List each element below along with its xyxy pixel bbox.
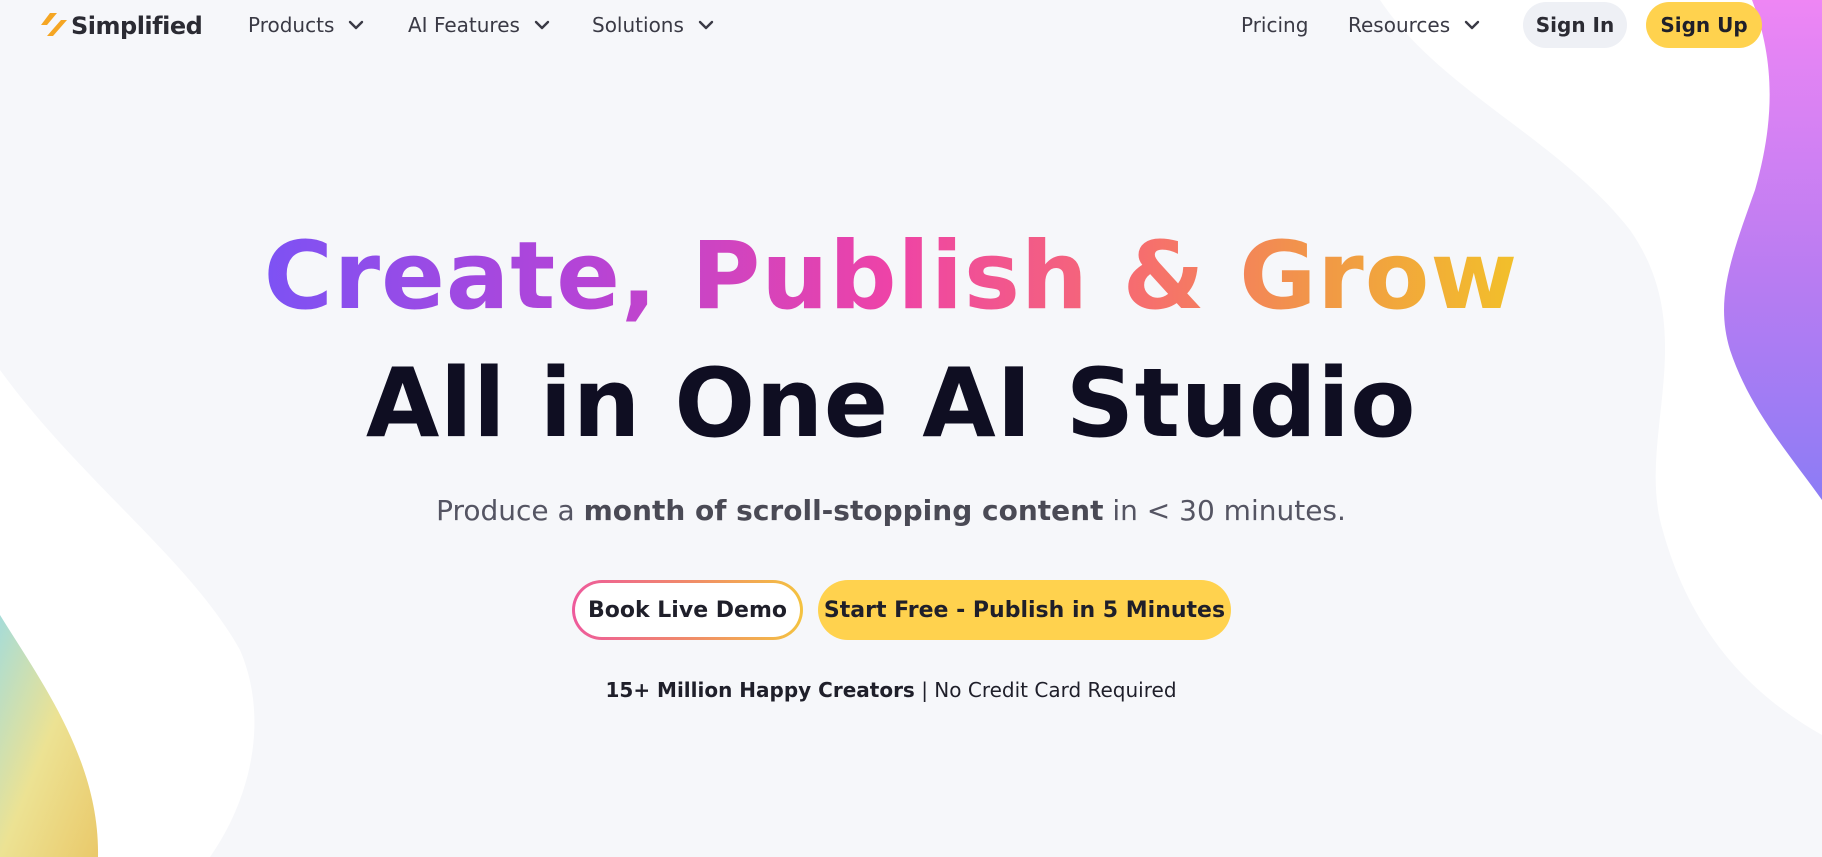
trust-creators-count: 15+ Million Happy Creators bbox=[605, 678, 915, 702]
hero-headline-gradient: Create, Publish & Grow bbox=[0, 222, 1782, 332]
nav-ai-features[interactable]: AI Features bbox=[408, 12, 550, 38]
start-free-button[interactable]: Start Free - Publish in 5 Minutes bbox=[818, 580, 1231, 640]
trust-no-credit-card: No Credit Card Required bbox=[934, 678, 1177, 702]
top-navbar: Simplified Products AI Features Solution… bbox=[0, 0, 1822, 50]
sign-in-button[interactable]: Sign In bbox=[1523, 2, 1627, 48]
hero-headline-gradient-text: Create, Publish & Grow bbox=[263, 222, 1519, 331]
book-live-demo-button[interactable]: Book Live Demo bbox=[572, 580, 803, 640]
brand-logo[interactable]: Simplified bbox=[41, 10, 203, 42]
nav-products[interactable]: Products bbox=[248, 12, 364, 38]
hero-headline-main: All in One AI Studio bbox=[365, 349, 1417, 459]
chevron-down-icon bbox=[698, 20, 714, 30]
sign-up-button[interactable]: Sign Up bbox=[1646, 2, 1762, 48]
chevron-down-icon bbox=[349, 20, 364, 30]
nav-pricing[interactable]: Pricing bbox=[1241, 12, 1308, 38]
nav-solutions[interactable]: Solutions bbox=[592, 12, 714, 38]
chevron-down-icon bbox=[1464, 20, 1480, 30]
hero-subtitle-bold: month of scroll-stopping content bbox=[583, 494, 1104, 527]
brand-name: Simplified bbox=[71, 12, 203, 40]
nav-products-label: Products bbox=[248, 13, 335, 37]
hero-subtitle: Produce a month of scroll-stopping conte… bbox=[0, 494, 1782, 527]
trust-line: 15+ Million Happy Creators | No Credit C… bbox=[0, 678, 1782, 702]
trust-separator: | bbox=[914, 678, 935, 702]
simplified-s-logo-icon bbox=[41, 13, 67, 36]
hero-subtitle-prefix: Produce a bbox=[436, 494, 584, 527]
hero-subtitle-suffix: in < 30 minutes. bbox=[1103, 494, 1346, 527]
nav-resources[interactable]: Resources bbox=[1348, 12, 1480, 38]
nav-resources-label: Resources bbox=[1348, 13, 1451, 37]
nav-pricing-label: Pricing bbox=[1241, 13, 1309, 37]
book-live-demo-label: Book Live Demo bbox=[575, 583, 800, 637]
chevron-down-icon bbox=[534, 20, 550, 30]
nav-solutions-label: Solutions bbox=[592, 13, 684, 37]
nav-ai-features-label: AI Features bbox=[408, 13, 520, 37]
